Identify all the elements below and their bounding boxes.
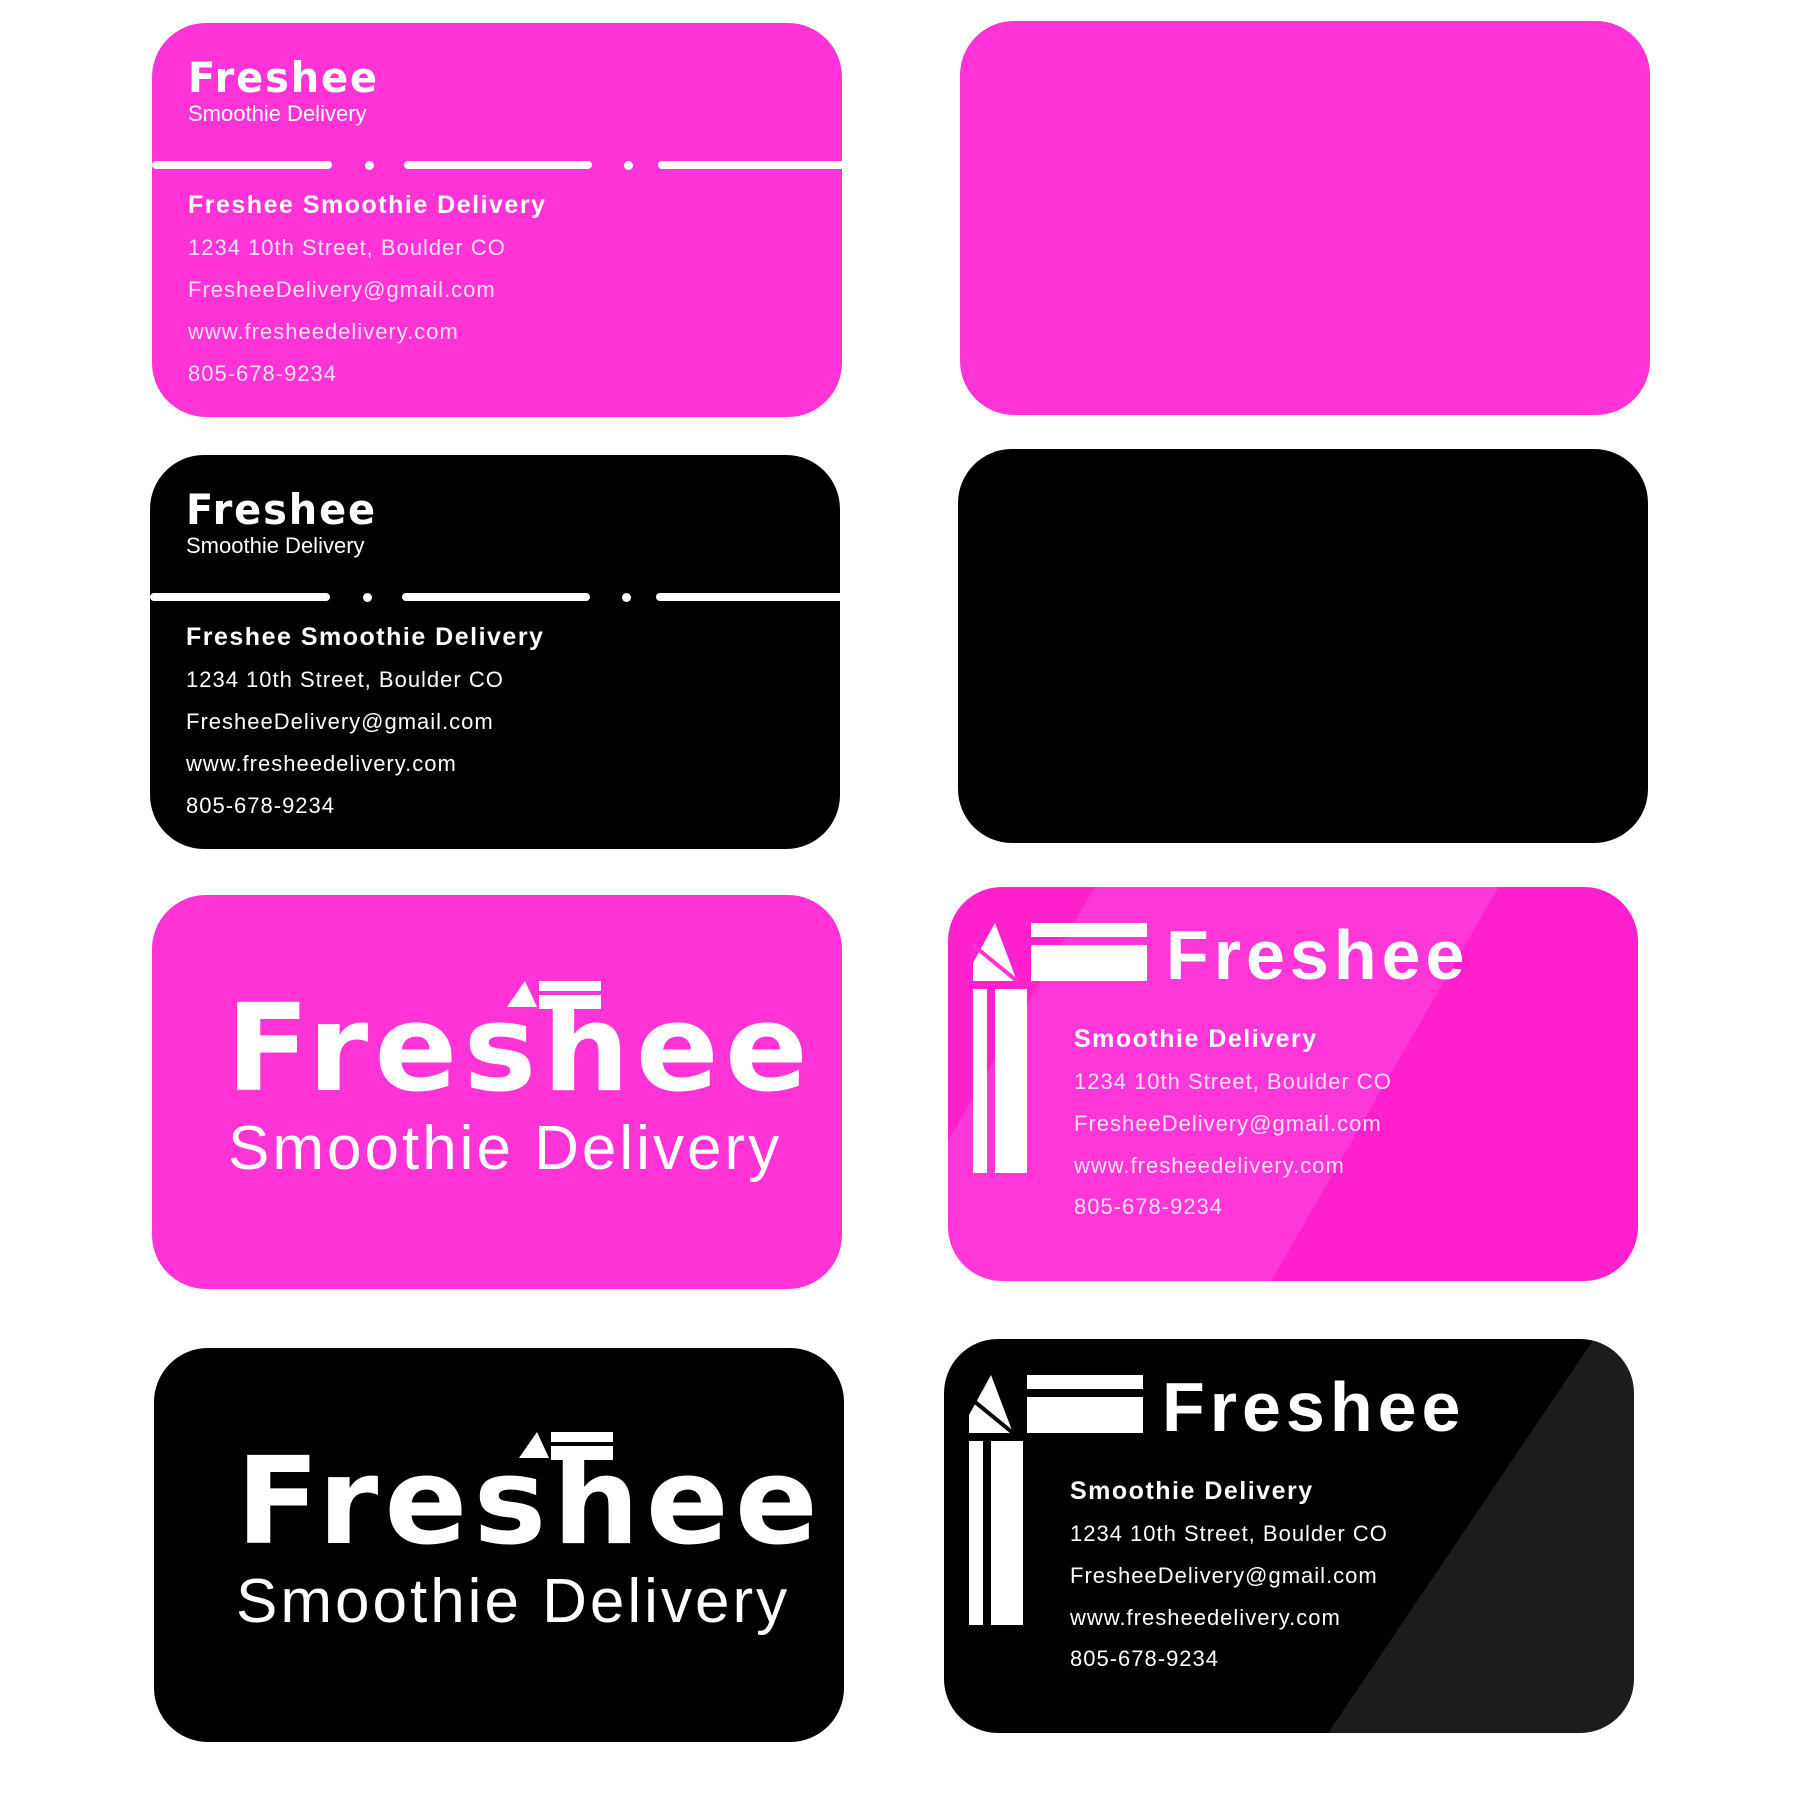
logo-tagline: Smoothie Delivery bbox=[186, 533, 365, 558]
email: FresheeDelivery@gmail.com bbox=[1074, 1111, 1382, 1136]
business-card-pink-back-blank bbox=[960, 21, 1650, 415]
company-name: Freshee Smoothie Delivery bbox=[188, 191, 547, 219]
phone: 805-678-9234 bbox=[1070, 1646, 1220, 1671]
brand-title: Freshee bbox=[1162, 1368, 1466, 1446]
business-card-pink-front: Freshee Smoothie Delivery Freshee Smooth… bbox=[152, 23, 842, 417]
business-card-black-front: Freshee Smoothie Delivery Freshee Smooth… bbox=[150, 455, 840, 849]
company-name: Freshee Smoothie Delivery bbox=[186, 623, 545, 651]
business-card-black-straw: Freshee Smoothie Delivery 1234 10th Stre… bbox=[944, 1339, 1634, 1733]
business-card-pink-logo: Freshee Smoothie Delivery bbox=[152, 895, 842, 1289]
address: 1234 10th Street, Boulder CO bbox=[188, 235, 506, 260]
phone: 805-678-9234 bbox=[188, 361, 338, 386]
business-card-pink-straw: Freshee Smoothie Delivery 1234 10th Stre… bbox=[948, 887, 1638, 1281]
divider bbox=[152, 161, 842, 170]
business-card-black-logo: Freshee Smoothie Delivery bbox=[154, 1348, 844, 1742]
tagline: Smoothie Delivery bbox=[1074, 1025, 1318, 1053]
phone: 805-678-9234 bbox=[186, 793, 336, 818]
website: www.fresheedelivery.com bbox=[186, 751, 457, 776]
logo-tagline: Smoothie Delivery bbox=[188, 101, 367, 126]
phone: 805-678-9234 bbox=[1074, 1194, 1224, 1219]
tagline: Smoothie Delivery bbox=[1070, 1477, 1314, 1505]
divider bbox=[150, 593, 840, 602]
email: FresheeDelivery@gmail.com bbox=[186, 709, 494, 734]
business-card-black-back-blank bbox=[958, 449, 1648, 843]
address: 1234 10th Street, Boulder CO bbox=[186, 667, 504, 692]
address: 1234 10th Street, Boulder CO bbox=[1074, 1069, 1392, 1094]
logo-tagline: Smoothie Delivery bbox=[228, 1114, 783, 1183]
logo-text: Freshee bbox=[188, 53, 380, 102]
logo-tagline: Smoothie Delivery bbox=[236, 1567, 791, 1636]
website: www.fresheedelivery.com bbox=[1070, 1605, 1341, 1630]
logo-text: Freshee bbox=[236, 1433, 825, 1572]
email: FresheeDelivery@gmail.com bbox=[188, 277, 496, 302]
logo-text: Freshee bbox=[226, 980, 815, 1119]
website: www.fresheedelivery.com bbox=[1074, 1153, 1345, 1178]
website: www.fresheedelivery.com bbox=[188, 319, 459, 344]
email: FresheeDelivery@gmail.com bbox=[1070, 1563, 1378, 1588]
brand-title: Freshee bbox=[1166, 916, 1470, 994]
address: 1234 10th Street, Boulder CO bbox=[1070, 1521, 1388, 1546]
logo-text: Freshee bbox=[186, 485, 378, 534]
